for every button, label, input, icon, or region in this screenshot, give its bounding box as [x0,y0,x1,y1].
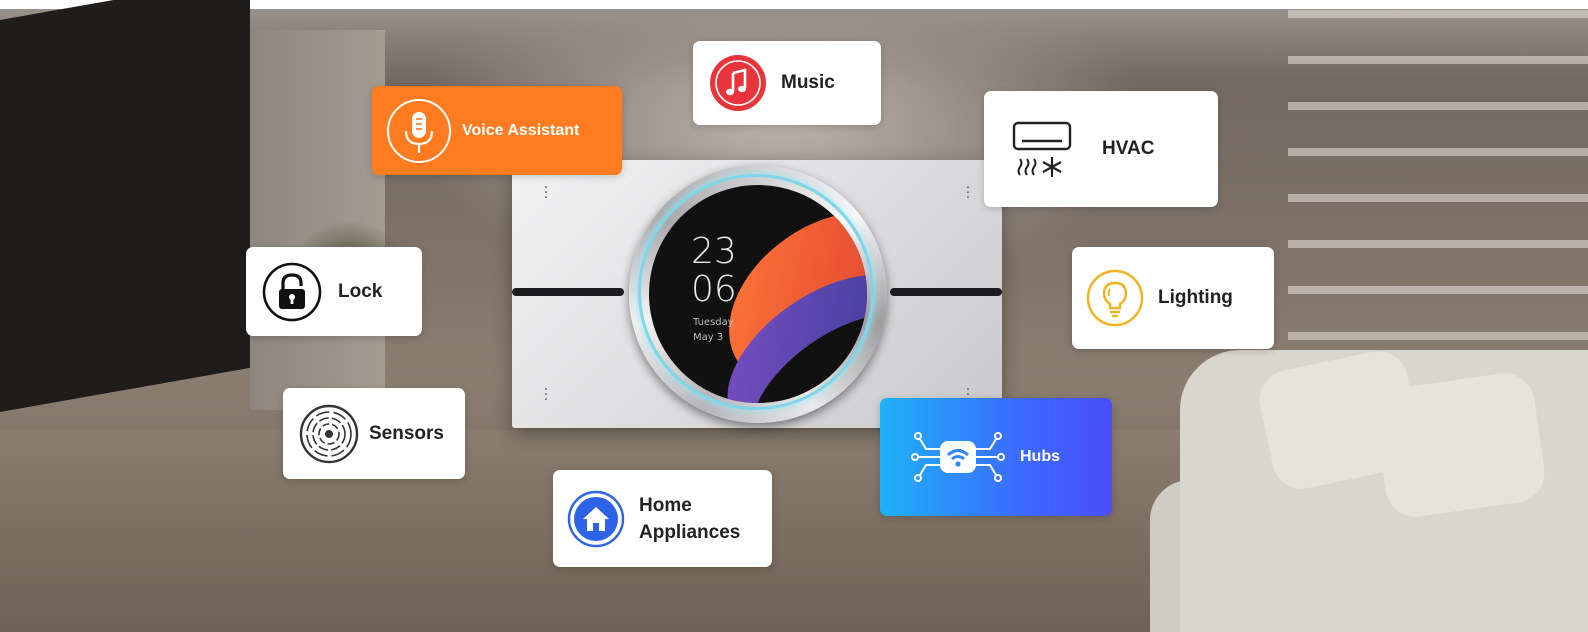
display-clock: 23 06 [691,233,737,309]
clock-minute: 06 [691,269,737,310]
panel-dots-top-left: · · · [543,180,549,206]
hubs-card[interactable]: Hubs [880,398,1112,516]
panel-dots-top-right: · · · [965,180,971,206]
panel-groove-right [890,288,1002,296]
panel-dots-bottom-left: · · · [543,382,549,408]
sofa-cushion [1371,369,1549,521]
lightbulb-icon [1086,269,1144,327]
smart-home-scene: ··· ··· ··· ··· 23 06 Tuesday May 3 [0,0,1588,632]
lighting-label: Lighting [1158,287,1233,308]
lighting-card[interactable]: Lighting [1072,247,1274,349]
air-conditioner-icon [1012,119,1072,179]
panel-groove-left [512,288,624,296]
wall-tv [0,0,250,413]
microphone-icon [386,98,452,164]
lock-card[interactable]: Lock [246,247,422,336]
display-day: Tuesday [693,317,734,328]
home-appliances-label: Home Appliances [639,492,740,546]
home-appliances-label-line1: Home [639,494,692,516]
knob-display: 23 06 Tuesday May 3 [649,185,867,403]
music-label: Music [781,72,835,93]
display-date-text: May 3 [693,332,724,343]
wifi-hub-icon [910,427,1006,487]
voice-assistant-card[interactable]: Voice Assistant [372,86,622,175]
lock-label: Lock [338,280,383,302]
sensors-label: Sensors [369,422,444,444]
sensors-card[interactable]: Sensors [283,388,465,479]
clock-hour: 23 [691,231,737,272]
control-knob[interactable]: 23 06 Tuesday May 3 [629,165,887,423]
music-note-icon [709,54,767,112]
home-appliances-label-line2: Appliances [639,521,741,543]
sensor-icon [299,404,359,464]
padlock-icon [262,262,322,322]
voice-assistant-label: Voice Assistant [462,121,580,139]
house-icon [567,490,625,548]
home-appliances-card[interactable]: Home Appliances [553,470,772,567]
smart-control-panel: ··· ··· ··· ··· 23 06 Tuesday May 3 [512,160,1002,428]
display-date: Tuesday May 3 [693,315,734,345]
hvac-card[interactable]: HVAC [984,91,1218,207]
staircase [1288,10,1588,340]
hubs-label: Hubs [1020,448,1060,465]
music-card[interactable]: Music [693,41,881,125]
hvac-label: HVAC [1102,138,1155,159]
